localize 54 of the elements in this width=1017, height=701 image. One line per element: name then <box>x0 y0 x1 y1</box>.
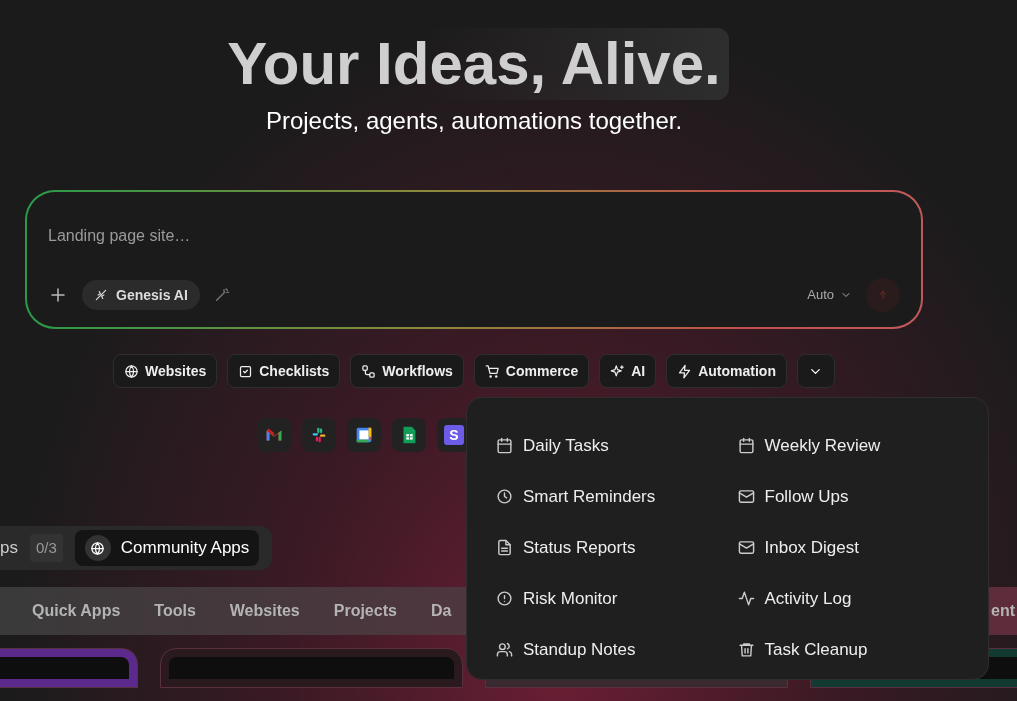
menu-item[interactable]: Follow Ups <box>737 471 959 522</box>
model-selector[interactable]: Genesis AI <box>82 280 200 310</box>
calendar-icon <box>496 437 513 454</box>
gallery-tab[interactable]: Websites <box>229 599 300 623</box>
menu-item[interactable]: Activity Log <box>737 573 959 624</box>
app-tab[interactable]: Community Apps <box>74 530 260 566</box>
category-chip[interactable]: Websites <box>113 354 218 388</box>
globe-icon <box>124 363 140 379</box>
menu-item[interactable]: Standup Notes <box>496 624 718 675</box>
globe-icon <box>84 535 111 561</box>
envelope-icon <box>737 488 755 505</box>
gallery-tab[interactable]: ent <box>991 599 1015 623</box>
document-icon <box>496 539 513 556</box>
menu-item[interactable]: Task Cleanup <box>737 624 959 675</box>
menu-item[interactable]: Smart Reminders <box>496 471 718 522</box>
workflow-icon <box>361 363 377 379</box>
gallery-tab[interactable]: Projects <box>333 599 397 623</box>
menu-item[interactable]: Weekly Review <box>737 420 959 471</box>
users-icon <box>496 641 513 658</box>
mode-dropdown[interactable]: Auto <box>807 285 852 305</box>
cart-icon <box>484 363 500 379</box>
integration-button[interactable] <box>392 418 426 452</box>
category-chip[interactable]: Automation <box>666 354 787 388</box>
menu-item[interactable]: Risk Monitor <box>496 573 718 624</box>
magic-wand-button[interactable] <box>213 286 232 304</box>
clock-icon <box>496 488 513 505</box>
lightning-icon <box>677 363 693 379</box>
app-tab[interactable]: ps <box>0 530 18 566</box>
prompt-input[interactable]: Landing page site… <box>48 224 648 248</box>
gallery-tab[interactable]: Da <box>430 599 452 623</box>
category-chip[interactable]: Commerce <box>473 354 590 388</box>
gallery-tab[interactable]: Tools <box>154 599 196 623</box>
arrow-up-icon <box>877 289 889 301</box>
menu-item[interactable]: Status Reports <box>496 522 718 573</box>
sparkles-icon <box>610 363 626 379</box>
checkbox-icon <box>238 363 254 379</box>
count-badge: 0/3 <box>29 533 63 563</box>
calendar-icon <box>737 437 755 454</box>
category-chip[interactable]: Checklists <box>227 354 341 388</box>
trash-icon <box>737 641 755 658</box>
category-chip[interactable]: Workflows <box>350 354 464 388</box>
category-chip[interactable]: AI <box>599 354 657 388</box>
envelope-icon <box>737 539 755 556</box>
menu-item[interactable]: Daily Tasks <box>496 420 718 471</box>
integration-button[interactable] <box>347 418 381 452</box>
pulse-icon <box>737 590 755 607</box>
add-button[interactable] <box>48 285 68 305</box>
menu-item[interactable]: Inbox Digest <box>737 522 959 573</box>
hero-subtitle: Projects, agents, automations together. <box>265 106 683 136</box>
letter-app-icon: S <box>444 425 464 445</box>
plus-icon <box>49 286 67 304</box>
magic-wand-icon <box>213 287 230 303</box>
gallery-tab[interactable]: Quick Apps <box>32 599 121 623</box>
alert-icon <box>496 590 513 607</box>
